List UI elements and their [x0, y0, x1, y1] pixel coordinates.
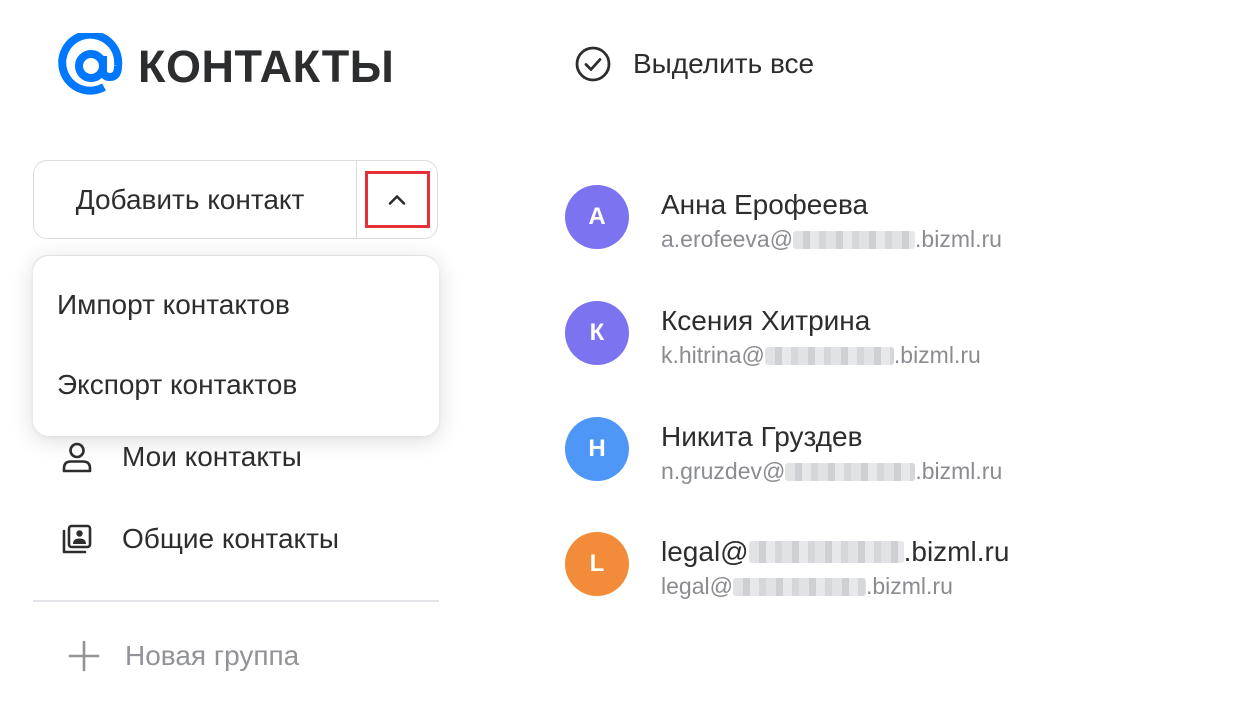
- contact-list-item[interactable]: Н Никита Груздев n.gruzdev@ .bizml.ru: [565, 417, 1002, 486]
- app-title: КОНТАКТЫ: [138, 40, 395, 92]
- select-all-button[interactable]: Выделить все: [574, 45, 814, 83]
- contact-email: k.hitrina@ .bizml.ru: [661, 342, 981, 368]
- contact-name: Никита Груздев: [661, 421, 863, 452]
- contact-name: Анна Ерофеева: [661, 189, 869, 220]
- highlight-frame: [364, 171, 430, 228]
- new-group-button[interactable]: Новая группа: [66, 638, 299, 674]
- add-contact-dropdown: Импорт контактов Экспорт контактов: [33, 256, 439, 436]
- contact-email: n.gruzdev@ .bizml.ru: [661, 458, 1003, 484]
- avatar: L: [565, 532, 629, 596]
- new-group-label: Новая группа: [125, 640, 300, 671]
- menu-item-import-contacts[interactable]: Импорт контактов: [57, 289, 290, 321]
- app-logo[interactable]: КОНТАКТЫ: [58, 33, 394, 99]
- sidebar-item-shared-contacts[interactable]: Общие контакты: [60, 522, 339, 556]
- plus-icon: [68, 640, 100, 672]
- contact-name: legal@ .bizml.ru: [661, 536, 1010, 567]
- sidebar-item-my-contacts[interactable]: Мои контакты: [60, 440, 302, 474]
- redacted-domain: [764, 347, 894, 365]
- redacted-domain: [732, 578, 866, 596]
- contact-list-item[interactable]: L legal@ .bizml.ru legal@ .bizml.ru: [565, 532, 1009, 601]
- sidebar-divider: [33, 600, 439, 602]
- add-contact-button[interactable]: Добавить контакт: [34, 161, 356, 238]
- contact-email: a.erofeeva@ .bizml.ru: [661, 226, 1002, 252]
- contact-list-item[interactable]: К Ксения Хитрина k.hitrina@ .bizml.ru: [565, 301, 981, 370]
- sidebar-item-label: Общие контакты: [122, 523, 340, 554]
- shared-contacts-icon: [62, 524, 92, 554]
- sidebar-item-label: Мои контакты: [122, 441, 302, 472]
- redacted-domain: [748, 541, 904, 563]
- redacted-domain: [785, 463, 916, 481]
- add-contact-split-button: Добавить контакт: [33, 160, 438, 239]
- avatar: А: [565, 185, 629, 249]
- contact-list-item[interactable]: А Анна Ерофеева a.erofeeva@ .bizml.ru: [565, 185, 1002, 254]
- at-sign-icon: [58, 33, 123, 95]
- contact-name: Ксения Хитрина: [661, 305, 871, 336]
- check-circle-icon: [575, 46, 611, 82]
- menu-item-export-contacts[interactable]: Экспорт контактов: [57, 369, 297, 401]
- add-contact-menu-toggle[interactable]: [357, 161, 437, 238]
- contact-email: legal@ .bizml.ru: [661, 573, 953, 599]
- chevron-up-icon: [388, 194, 406, 205]
- person-icon: [62, 442, 92, 473]
- select-all-label: Выделить все: [633, 48, 815, 79]
- avatar: Н: [565, 417, 629, 481]
- avatar: К: [565, 301, 629, 365]
- redacted-domain: [793, 231, 916, 249]
